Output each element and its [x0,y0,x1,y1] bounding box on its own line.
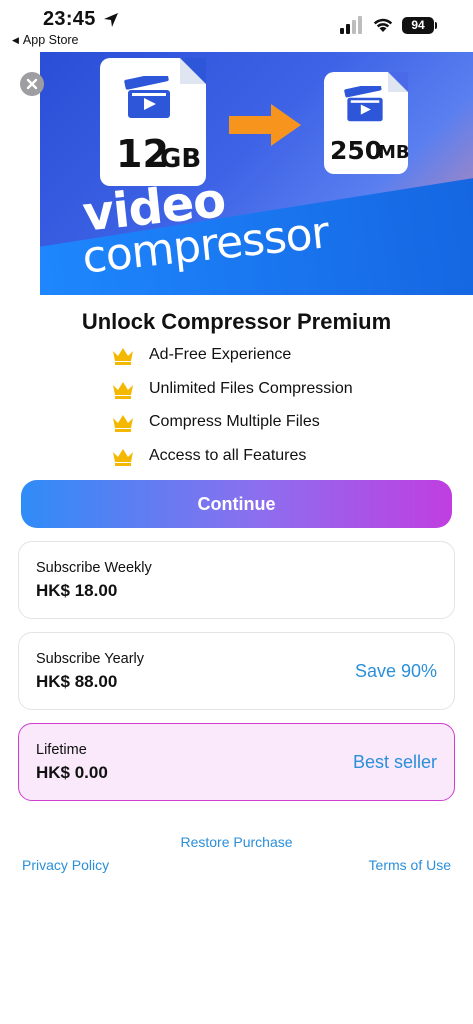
feature-label: Unlimited Files Compression [149,379,353,397]
original-size-unit: GB [160,144,202,174]
clapperboard-icon [344,86,383,122]
battery-tip [435,22,437,29]
back-app-store-label: App Store [22,33,79,47]
feature-label: Compress Multiple Files [149,413,320,430]
page-title: Unlock Compressor Premium [81,309,392,334]
hero-banner: 12 GB 250 MB video compressor [40,52,473,295]
continue-button[interactable]: Continue [21,480,452,528]
cellular-signal-icon [340,16,362,34]
plan-name: Lifetime [36,742,87,758]
battery-icon: 94 [402,17,434,34]
back-to-app-store[interactable]: ◀ App Store [12,33,79,47]
plan-savings-tag: Save 90% [354,661,437,681]
plan-price: HK$ 18.00 [36,581,118,600]
original-file-card: 12 GB [100,58,206,186]
clapperboard-icon [124,76,170,118]
arrow-right-icon [229,104,301,146]
crown-icon [113,381,133,399]
privacy-policy-link[interactable]: Privacy Policy [22,857,109,873]
compressed-size-number: 250 [330,136,383,165]
plan-price: HK$ 0.00 [36,763,108,782]
status-bar: 23:45 ◀ App Store 94 [0,0,473,50]
plan-name: Subscribe Weekly [36,560,152,576]
location-arrow-icon [104,13,118,27]
close-icon [26,78,38,90]
crown-icon [113,448,133,466]
plan-yearly[interactable]: Subscribe Yearly HK$ 88.00 Save 90% [18,632,455,710]
plan-best-seller-tag: Best seller [352,752,437,772]
feature-label: Access to all Features [149,446,307,464]
crown-icon [113,348,133,365]
compressed-file-card: 250 MB [324,72,410,174]
plan-lifetime[interactable]: Lifetime HK$ 0.00 Best seller [18,723,455,801]
restore-purchase-link[interactable]: Restore Purchase [0,834,473,850]
wifi-icon [373,18,393,32]
close-button[interactable] [20,72,44,96]
plan-price: HK$ 88.00 [36,672,118,691]
feature-label: Ad-Free Experience [149,346,292,363]
plan-name: Subscribe Yearly [36,651,145,667]
crown-icon [113,415,133,432]
back-triangle-icon: ◀ [12,35,19,45]
terms-of-use-link[interactable]: Terms of Use [369,857,451,873]
status-time: 23:45 [43,8,96,30]
plan-weekly[interactable]: Subscribe Weekly HK$ 18.00 [18,541,455,619]
compressed-size-unit: MB [378,142,410,163]
